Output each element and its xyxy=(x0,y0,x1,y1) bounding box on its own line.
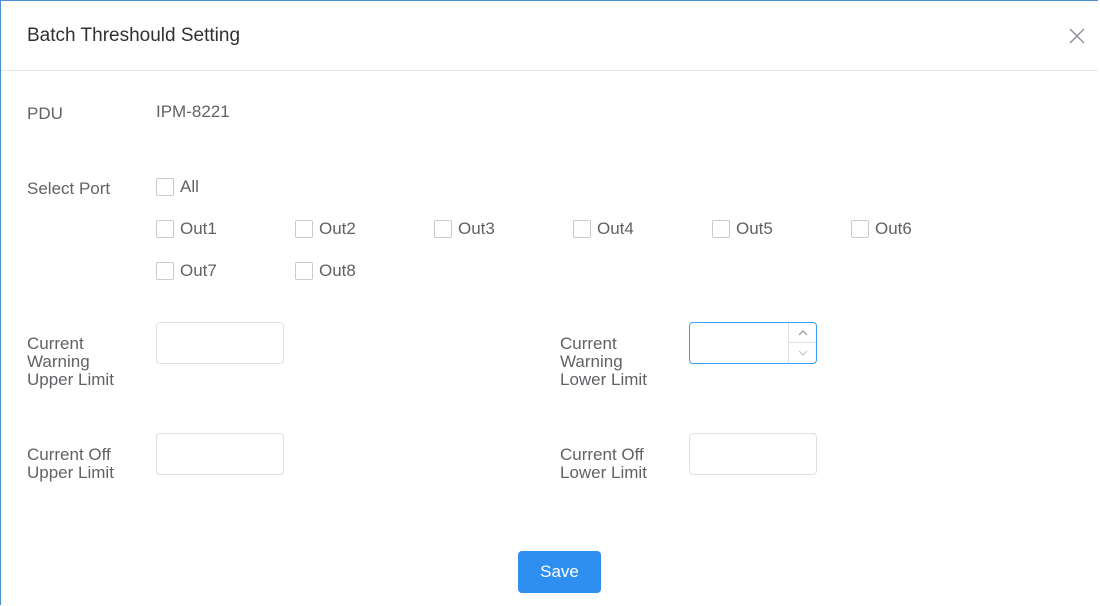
checkbox-out1-box[interactable] xyxy=(156,220,174,238)
pdu-label: PDU xyxy=(27,104,63,123)
select-port-label: Select Port xyxy=(27,179,111,198)
off-lower-label: Current Off Lower Limit xyxy=(560,446,647,482)
warning-upper-label-line1: Current xyxy=(27,334,84,353)
warning-upper-label-line2: Warning xyxy=(27,352,90,371)
chevron-up-icon xyxy=(798,329,807,335)
warning-upper-label-line3: Upper Limit xyxy=(27,370,114,389)
checkbox-out7-label: Out7 xyxy=(180,261,217,280)
checkbox-out2-box[interactable] xyxy=(295,220,313,238)
checkbox-all-box[interactable] xyxy=(156,178,174,196)
checkbox-out6-label: Out6 xyxy=(875,219,912,238)
checkbox-out6-box[interactable] xyxy=(851,220,869,238)
checkbox-all-label: All xyxy=(180,177,199,196)
close-icon[interactable] xyxy=(1066,25,1088,47)
checkbox-out8-box[interactable] xyxy=(295,262,313,280)
warning-lower-label: Current Warning Lower Limit xyxy=(560,335,647,389)
warning-lower-label-line2: Warning xyxy=(560,352,623,371)
off-upper-label-line2: Upper Limit xyxy=(27,463,114,482)
off-upper-input[interactable] xyxy=(156,433,284,475)
checkbox-out1[interactable]: Out1 xyxy=(156,218,217,240)
checkbox-out7-box[interactable] xyxy=(156,262,174,280)
checkbox-out4[interactable]: Out4 xyxy=(573,218,634,240)
warning-upper-label: Current Warning Upper Limit xyxy=(27,335,114,389)
warning-lower-label-line3: Lower Limit xyxy=(560,370,647,389)
checkbox-out4-box[interactable] xyxy=(573,220,591,238)
checkbox-out3[interactable]: Out3 xyxy=(434,218,495,240)
batch-threshold-dialog: Batch Threshould Setting PDU IPM-8221 Se… xyxy=(0,0,1098,605)
checkbox-out5-box[interactable] xyxy=(712,220,730,238)
warning-upper-input[interactable] xyxy=(156,322,284,364)
checkbox-out2[interactable]: Out2 xyxy=(295,218,356,240)
checkbox-all[interactable]: All xyxy=(156,176,199,198)
dialog-header: Batch Threshould Setting xyxy=(1,1,1098,71)
checkbox-out1-label: Out1 xyxy=(180,219,217,238)
checkbox-out6[interactable]: Out6 xyxy=(851,218,912,240)
checkbox-out2-label: Out2 xyxy=(319,219,356,238)
checkbox-out8-label: Out8 xyxy=(319,261,356,280)
checkbox-out3-label: Out3 xyxy=(458,219,495,238)
warning-lower-input[interactable] xyxy=(690,323,786,363)
checkbox-out5-label: Out5 xyxy=(736,219,773,238)
checkbox-out5[interactable]: Out5 xyxy=(712,218,773,240)
checkbox-out7[interactable]: Out7 xyxy=(156,260,217,282)
stepper-controls xyxy=(788,323,816,363)
off-upper-label: Current Off Upper Limit xyxy=(27,446,114,482)
checkbox-out8[interactable]: Out8 xyxy=(295,260,356,282)
dialog-title: Batch Threshould Setting xyxy=(27,25,241,46)
warning-lower-label-line1: Current xyxy=(560,334,617,353)
stepper-increase-button[interactable] xyxy=(789,323,816,343)
chevron-down-icon xyxy=(798,350,807,356)
off-lower-input[interactable] xyxy=(689,433,817,475)
pdu-value: IPM-8221 xyxy=(156,102,230,121)
save-button[interactable]: Save xyxy=(518,551,601,593)
stepper-decrease-button[interactable] xyxy=(789,343,816,363)
checkbox-out4-label: Out4 xyxy=(597,219,634,238)
checkbox-out3-box[interactable] xyxy=(434,220,452,238)
off-lower-label-line1: Current Off xyxy=(560,445,644,464)
off-lower-label-line2: Lower Limit xyxy=(560,463,647,482)
off-upper-label-line1: Current Off xyxy=(27,445,111,464)
warning-lower-stepper[interactable] xyxy=(689,322,817,364)
